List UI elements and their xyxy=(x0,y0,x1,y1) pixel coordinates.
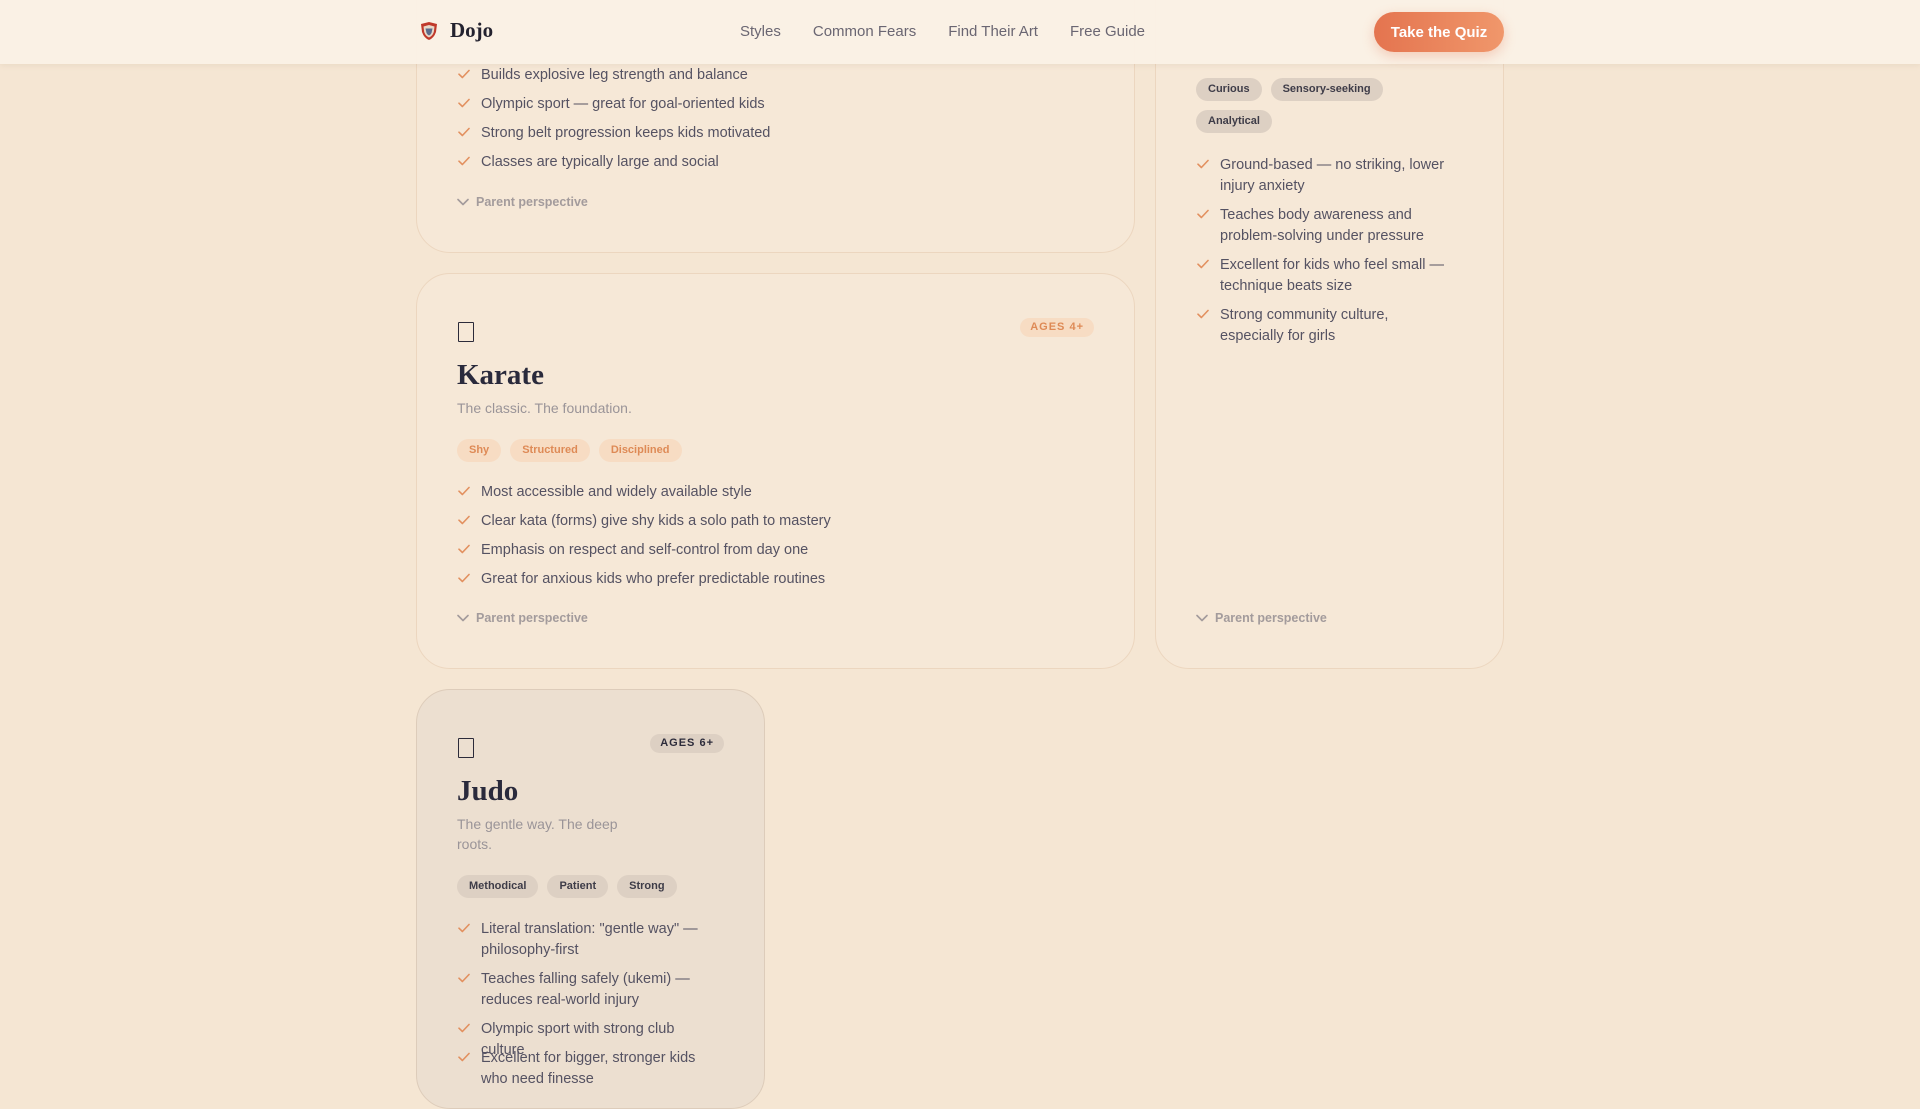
check-icon xyxy=(458,573,470,583)
parent-perspective-toggle[interactable]: Parent perspective xyxy=(457,195,588,209)
feature-item: Most accessible and widely available sty… xyxy=(457,482,831,511)
check-icon xyxy=(458,1023,470,1033)
check-icon xyxy=(458,1052,470,1062)
nav-link-common-fears[interactable]: Common Fears xyxy=(813,23,916,40)
feature-item: Excellent for bigger, stronger kids who … xyxy=(457,1048,707,1098)
parent-perspective-toggle[interactable]: Parent perspective xyxy=(457,611,588,625)
missing-glyph-icon xyxy=(458,322,474,342)
feature-item: Ground-based — no striking, lower injury… xyxy=(1196,155,1446,205)
feature-item: Strong community culture, especially for… xyxy=(1196,305,1446,355)
parent-perspective-label: Parent perspective xyxy=(476,195,588,209)
logo[interactable]: Dojo xyxy=(418,18,493,43)
feature-text: Classes are typically large and social xyxy=(481,154,719,170)
feature-text: Builds explosive leg strength and balanc… xyxy=(481,67,748,83)
check-icon xyxy=(1197,259,1209,269)
feature-text: Clear kata (forms) give shy kids a solo … xyxy=(481,513,831,529)
trait-chip: Methodical xyxy=(457,875,539,898)
check-icon xyxy=(458,98,470,108)
check-icon xyxy=(458,127,470,137)
feature-text: Strong belt progression keeps kids motiv… xyxy=(481,125,771,141)
style-card-karate: AGES 4+ Karate The classic. The foundati… xyxy=(416,273,1135,669)
trait-chip: Disciplined xyxy=(598,439,682,462)
trait-chip: Structured xyxy=(510,439,590,462)
feature-text: Great for anxious kids who prefer predic… xyxy=(481,571,826,587)
check-icon xyxy=(458,544,470,554)
nav-link-styles[interactable]: Styles xyxy=(740,23,781,40)
feature-list: Builds explosive leg strength and balanc… xyxy=(457,65,770,181)
feature-list: Literal translation: "gentle way" — phil… xyxy=(457,919,707,1098)
card-tagline: The classic. The foundation. xyxy=(457,400,632,416)
chevron-down-icon xyxy=(457,614,469,622)
trait-chip: Sensory-seeking xyxy=(1270,78,1383,101)
age-badge: AGES 6+ xyxy=(650,734,724,753)
feature-item: Literal translation: "gentle way" — phil… xyxy=(457,919,707,969)
age-badge: AGES 4+ xyxy=(1020,318,1094,337)
feature-text: Strong community culture, especially for… xyxy=(1220,307,1389,344)
check-icon xyxy=(458,515,470,525)
trait-chips: Methodical Patient Strong xyxy=(457,875,677,898)
parent-perspective-toggle[interactable]: Parent perspective xyxy=(1196,611,1327,625)
check-icon xyxy=(1197,159,1209,169)
feature-item: Teaches body awareness and problem-solvi… xyxy=(1196,205,1446,255)
trait-chips: Curious Sensory-seeking Analytical xyxy=(1196,78,1446,133)
feature-text: Ground-based — no striking, lower injury… xyxy=(1220,157,1445,194)
check-icon xyxy=(458,923,470,933)
feature-item: Great for anxious kids who prefer predic… xyxy=(457,569,831,598)
trait-chip: Curious xyxy=(1196,78,1262,101)
chevron-down-icon xyxy=(1196,614,1208,622)
feature-text: Emphasis on respect and self-control fro… xyxy=(481,542,809,558)
chevron-down-icon xyxy=(457,198,469,206)
feature-item: Emphasis on respect and self-control fro… xyxy=(457,540,831,569)
feature-list: Most accessible and widely available sty… xyxy=(457,482,831,598)
card-title: Karate xyxy=(457,359,544,391)
check-icon xyxy=(458,156,470,166)
main-nav: Styles Common Fears Find Their Art Free … xyxy=(740,23,1145,40)
feature-item: Builds explosive leg strength and balanc… xyxy=(457,65,770,94)
trait-chip: Patient xyxy=(547,875,609,898)
feature-text: Teaches falling safely (ukemi) — reduces… xyxy=(481,971,690,1008)
trait-chip: Analytical xyxy=(1196,110,1272,133)
card-tagline: The gentle way. The deep roots. xyxy=(457,816,618,852)
feature-text: Excellent for bigger, stronger kids who … xyxy=(481,1050,696,1087)
check-icon xyxy=(458,973,470,983)
feature-text: Teaches body awareness and problem-solvi… xyxy=(1220,207,1424,244)
trait-chip: Shy xyxy=(457,439,502,462)
logo-text: Dojo xyxy=(450,18,494,42)
feature-item: Olympic sport — great for goal-oriented … xyxy=(457,94,770,123)
feature-text: Excellent for kids who feel small — tech… xyxy=(1220,257,1445,294)
feature-item: Teaches falling safely (ukemi) — reduces… xyxy=(457,969,707,1019)
check-icon xyxy=(1197,209,1209,219)
feature-item: Olympic sport with strong club culture xyxy=(457,1019,707,1058)
feature-text: Most accessible and widely available sty… xyxy=(481,484,752,500)
feature-text: Olympic sport — great for goal-oriented … xyxy=(481,96,765,112)
feature-item: Strong belt progression keeps kids motiv… xyxy=(457,123,770,152)
check-icon xyxy=(1197,309,1209,319)
feature-list: Ground-based — no striking, lower injury… xyxy=(1196,155,1446,355)
nav-link-free-guide[interactable]: Free Guide xyxy=(1070,23,1145,40)
nav-link-find-their-art[interactable]: Find Their Art xyxy=(948,23,1038,40)
style-card-bjj: Curious Sensory-seeking Analytical Groun… xyxy=(1155,0,1504,669)
parent-perspective-label: Parent perspective xyxy=(1215,611,1327,625)
take-quiz-button[interactable]: Take the Quiz xyxy=(1374,12,1504,52)
feature-item: Clear kata (forms) give shy kids a solo … xyxy=(457,511,831,540)
missing-glyph-icon xyxy=(458,738,474,758)
parent-perspective-label: Parent perspective xyxy=(476,611,588,625)
feature-item: Excellent for kids who feel small — tech… xyxy=(1196,255,1446,305)
card-title: Judo xyxy=(457,775,519,807)
style-card-judo[interactable]: AGES 6+ Judo The gentle way. The deep ro… xyxy=(416,689,765,1109)
check-icon xyxy=(458,69,470,79)
trait-chip: Strong xyxy=(617,875,677,898)
shield-crest-icon xyxy=(421,21,437,40)
feature-item: Classes are typically large and social xyxy=(457,152,770,181)
trait-chips: Shy Structured Disciplined xyxy=(457,439,682,462)
site-header: Dojo Styles Common Fears Find Their Art … xyxy=(0,0,1920,64)
feature-text: Literal translation: "gentle way" — phil… xyxy=(481,921,698,958)
check-icon xyxy=(458,486,470,496)
